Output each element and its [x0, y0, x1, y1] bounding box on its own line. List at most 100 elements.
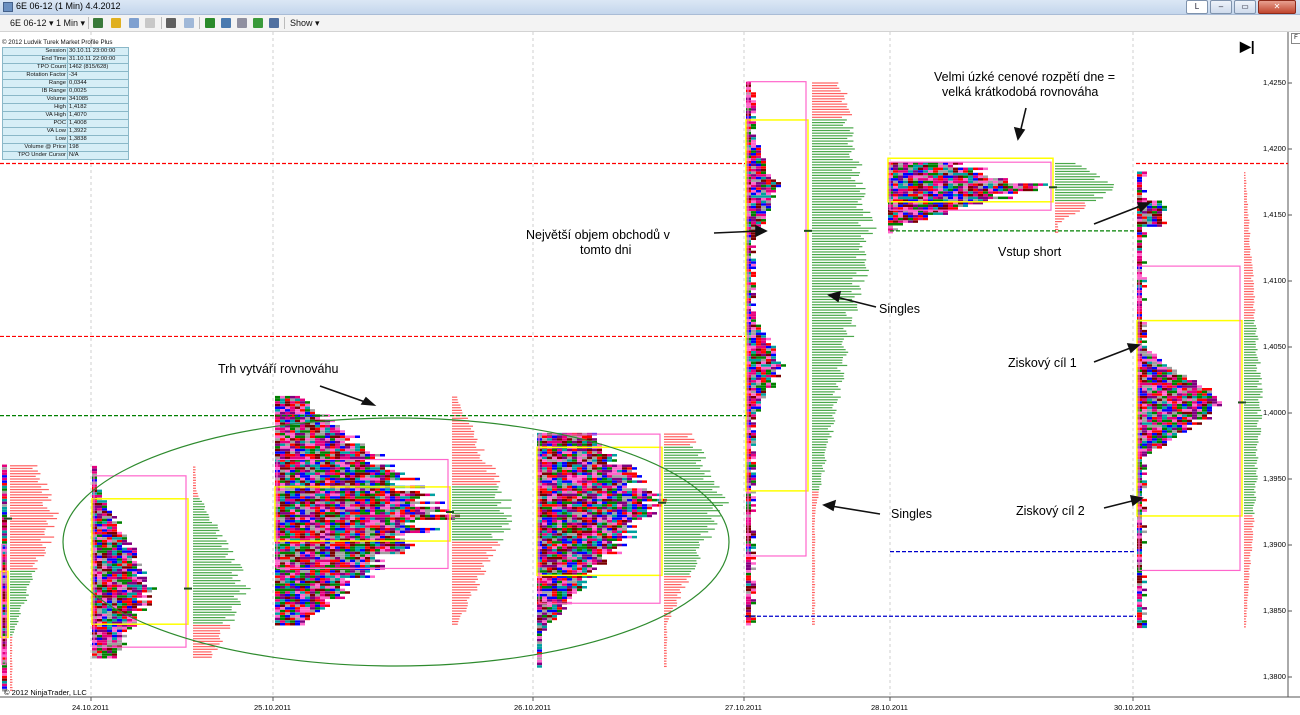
tpo-block [400, 530, 405, 534]
tpo-block [577, 538, 582, 541]
tpo-block [400, 522, 405, 526]
tpo-block [557, 599, 562, 602]
tpo-block [577, 488, 582, 491]
tpo-block [112, 640, 117, 643]
tpo-block [310, 432, 315, 436]
tpo-block [340, 572, 345, 576]
instrument-selector[interactable]: 6E 06-12 ▾ [10, 17, 54, 29]
interval-selector[interactable]: 1 Min ▾ [56, 17, 85, 29]
tpo-block [746, 583, 751, 586]
chart-properties-icon[interactable] [237, 18, 247, 28]
tpo-block [567, 438, 572, 441]
tpo-block [360, 522, 365, 526]
tpo-block [280, 427, 285, 431]
tpo-block [582, 546, 587, 549]
tpo-block [948, 167, 953, 171]
tpo-block [97, 603, 102, 606]
tpo-block [315, 498, 320, 502]
tpo-block [562, 588, 567, 592]
tpo-block [290, 432, 295, 436]
tpo-block [597, 490, 602, 494]
volume-bar [664, 539, 704, 541]
maximize-button[interactable]: ▭ [1234, 0, 1256, 14]
tpo-block [335, 564, 340, 568]
tpo-block [542, 472, 547, 475]
tpo-block [285, 438, 290, 441]
tpo-block [350, 483, 355, 486]
tpo-block [1142, 575, 1147, 578]
tpo-block [547, 617, 552, 621]
tpo-block [285, 448, 290, 452]
tpo-block [751, 261, 756, 264]
tpo-block [335, 483, 340, 486]
minimize-button[interactable]: – [1210, 0, 1232, 14]
volume-bar [812, 248, 860, 250]
volume-bar [812, 607, 815, 609]
tpo-block [280, 562, 285, 565]
tpo-block [587, 480, 592, 483]
data-box-icon[interactable] [253, 18, 263, 28]
tpo-block [943, 172, 948, 176]
tpo-block [542, 599, 547, 602]
tpo-block [325, 517, 330, 520]
tpo-block [280, 596, 285, 600]
tpo-block [751, 150, 756, 153]
strategies-icon[interactable] [221, 18, 231, 28]
tpo-block [756, 374, 761, 378]
zoom-icon[interactable] [184, 18, 194, 28]
tpo-block [290, 549, 295, 552]
tpo-block [400, 501, 405, 505]
close-button[interactable]: ✕ [1258, 0, 1296, 14]
tpo-block [537, 630, 542, 634]
tpo-block [122, 579, 127, 582]
tpo-block [380, 469, 385, 473]
market-profile-chart[interactable] [0, 32, 1300, 715]
tpo-block [547, 564, 552, 568]
tpo-block [360, 477, 365, 481]
indicators-icon[interactable] [205, 18, 215, 28]
tpo-block [751, 477, 756, 481]
volume-bar [812, 122, 845, 124]
tpo-block [295, 535, 300, 539]
tpo-block [97, 558, 102, 561]
tpo-block [280, 556, 285, 560]
tpo-block [117, 571, 122, 574]
tpo-block [290, 401, 295, 404]
tpo-block [295, 599, 300, 602]
tpo-block [107, 534, 112, 538]
tpo-block [597, 517, 602, 520]
tpo-block [380, 506, 385, 510]
tpo-block [315, 493, 320, 497]
l-button[interactable]: L [1186, 0, 1208, 14]
tpo-block [2, 673, 7, 676]
tpo-block [607, 541, 612, 544]
tpo-block [938, 170, 943, 173]
tpo-block [771, 182, 776, 185]
templates-icon[interactable] [269, 18, 279, 28]
tpo-block [295, 435, 300, 439]
crosshair-plus-icon[interactable] [129, 18, 139, 28]
bars-type-icon[interactable] [93, 18, 103, 28]
tpo-block [385, 549, 390, 552]
volume-bar [664, 618, 669, 620]
volume-bar [664, 584, 682, 586]
tpo-block [542, 564, 547, 568]
tpo-block [122, 589, 127, 593]
show-menu[interactable]: Show ▾ [290, 17, 320, 29]
tpo-block [280, 395, 285, 399]
pencil-icon[interactable] [111, 18, 121, 28]
tpo-block [958, 172, 963, 176]
tpo-block [637, 509, 642, 512]
tpo-block [751, 321, 756, 325]
tpo-block [567, 504, 572, 507]
tpo-block [751, 369, 756, 373]
line-tool-icon[interactable] [145, 18, 155, 28]
tpo-block [385, 512, 390, 515]
volume-bar [812, 618, 815, 620]
tpo-block [751, 380, 756, 383]
tpo-block [552, 440, 557, 444]
tpo-block [345, 517, 350, 520]
tpo-block [300, 490, 305, 494]
volume-bar [1244, 597, 1248, 599]
crosshair-icon[interactable] [166, 18, 176, 28]
